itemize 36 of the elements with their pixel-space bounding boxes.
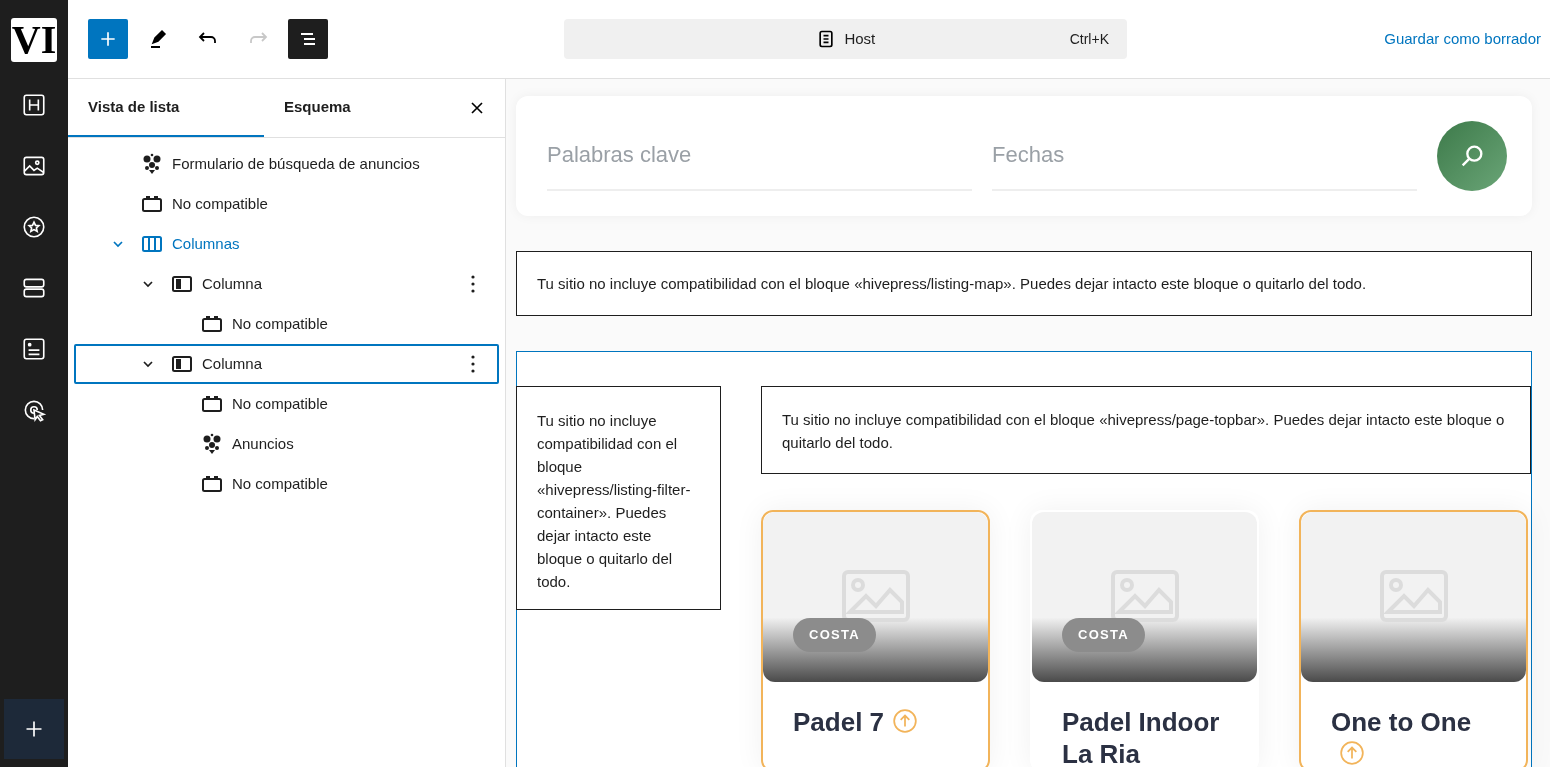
list-view-item[interactable]: No compatible: [74, 304, 499, 344]
listing-title: One to One: [1331, 707, 1472, 737]
list-view-item[interactable]: Columna: [74, 264, 499, 304]
document-bar[interactable]: Host Ctrl+K: [564, 19, 1127, 59]
list-view-item[interactable]: No compatible: [74, 184, 499, 224]
plus-icon: [98, 29, 118, 49]
unsupported-block-notice: Tu sitio no incluye compatibilidad con el bloque «hivepress/listing-filter-container». Puedes dejar intacto este bloque o quitarlo del todo.: [516, 386, 721, 610]
save-draft-link[interactable]: Guardar como borrador: [1384, 27, 1541, 51]
unsupported-block-notice: Tu sitio no incluye compatibilidad con el bloque «hivepress/listing-map». Puedes dejar intacto este bloque o quitarlo del todo.: [516, 251, 1532, 316]
search-field[interactable]: Palabras clave: [547, 121, 973, 191]
listing-title: Padel 7: [793, 707, 885, 737]
document-title: Host: [844, 28, 876, 49]
list-view-item[interactable]: Formulario de búsqueda de anuncios: [74, 144, 499, 184]
category-badge: COSTA: [793, 618, 877, 652]
list-view-item[interactable]: Columnas: [74, 224, 499, 264]
list-view-item[interactable]: No compatible: [74, 464, 499, 504]
list-view-item[interactable]: Columna: [74, 344, 499, 384]
list-view-item[interactable]: No compatible: [74, 384, 499, 424]
arrow-up-circle-icon: [892, 708, 919, 734]
star-circle-icon[interactable]: [21, 214, 47, 240]
image-icon: [1110, 570, 1179, 622]
panel-tab[interactable]: Vista de lista: [68, 79, 264, 137]
image-icon: [841, 570, 910, 622]
listing-title: Padel Indoor La Ria: [1062, 707, 1220, 767]
heading-icon[interactable]: [21, 92, 47, 118]
plus-icon: [24, 719, 44, 739]
panel-tab[interactable]: Esquema: [264, 79, 460, 137]
list-view-button[interactable]: [288, 19, 328, 59]
list-card-icon[interactable]: [21, 336, 47, 362]
block-inserter-button[interactable]: [88, 19, 128, 59]
keyboard-shortcut: Ctrl+K: [1069, 29, 1109, 49]
site-logo[interactable]: VI: [11, 18, 57, 62]
search-field[interactable]: Fechas: [992, 121, 1418, 191]
category-badge: COSTA: [1062, 618, 1146, 652]
unsupported-block-notice: Tu sitio no incluye compatibilidad con el bloque «hivepress/page-topbar». Puedes dejar intacto este bloque o quitarlo del todo.: [761, 386, 1531, 474]
list-view-item[interactable]: Anuncios: [74, 424, 499, 464]
